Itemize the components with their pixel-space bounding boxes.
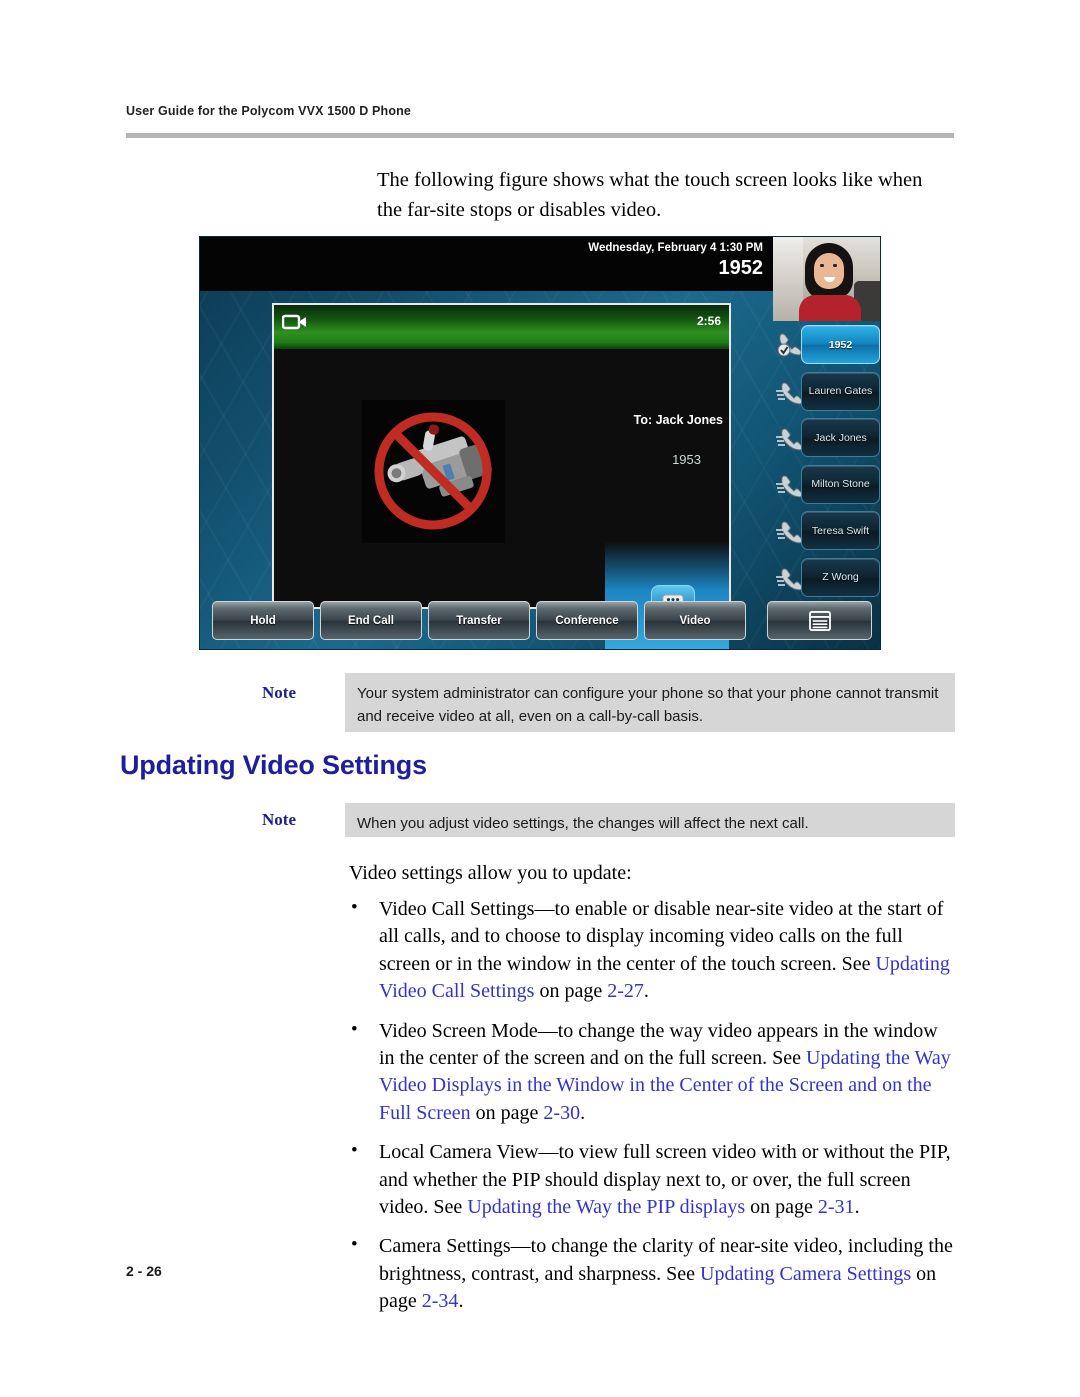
line-key-row[interactable]: Jack Jones (773, 414, 880, 460)
video-camera-icon (282, 314, 306, 330)
no-video-indicator (362, 400, 505, 543)
bullet-marker: • (351, 1234, 358, 1256)
call-duration-timer: 2:56 (696, 314, 721, 328)
soft-key-label: Hold (250, 614, 276, 627)
line-key-button[interactable]: Teresa Swift (801, 511, 880, 550)
line-key-button[interactable]: Milton Stone (801, 464, 880, 504)
soft-key-label: Video (679, 614, 711, 627)
list-item-text: . (458, 1290, 464, 1313)
soft-key-bar: Hold End Call Transfer Conference Video (200, 601, 880, 643)
phone-status-bar: Wednesday, February 4 1:30 PM 1952 (200, 237, 773, 291)
page-reference-link[interactable]: 2-27 (607, 980, 644, 1002)
cross-reference-link[interactable]: Updating the Way the PIP displays (467, 1196, 745, 1218)
list-item-text: Video Call Settings—to enable or disable… (379, 898, 944, 975)
list-item-text: . (854, 1195, 860, 1218)
list-item: • Video Screen Mode—to change the way vid… (349, 1018, 954, 1128)
no-video-camera-icon (374, 412, 492, 530)
pip-person-torso (799, 295, 861, 321)
call-recipient-number: 1953 (672, 452, 701, 467)
soft-key-label: End Call (347, 614, 394, 627)
handset-idle-icon (776, 428, 803, 451)
page-title: Updating Video Settings (120, 750, 427, 780)
line-key-label: 1952 (828, 338, 853, 351)
line-key-label: Jack Jones (814, 431, 867, 444)
call-recipient-name: To: Jack Jones (633, 413, 723, 427)
handset-idle-icon (776, 474, 803, 498)
handset-idle-icon (776, 567, 803, 591)
soft-key-label: Transfer (456, 614, 502, 627)
body-lead-in: Video settings allow you to update: (349, 862, 632, 884)
soft-key-conference[interactable]: Conference (536, 601, 638, 640)
line-key-row[interactable]: 1952 (773, 321, 880, 367)
soft-key-hold[interactable]: Hold (212, 601, 314, 640)
line-key-row[interactable]: Teresa Swift (773, 507, 880, 553)
list-item: • Video Call Settings—to enable or disabl… (349, 896, 954, 1006)
cross-reference-link[interactable]: Updating Camera Settings (700, 1263, 911, 1285)
note-box-2: When you adjust video settings, the chan… (345, 803, 955, 837)
list-item-text: on page (470, 1101, 544, 1124)
running-header: User Guide for the Polycom VVX 1500 D Ph… (126, 104, 412, 118)
soft-key-end-call[interactable]: End Call (320, 601, 422, 640)
line-key-button[interactable]: 1952 (801, 325, 880, 364)
video-settings-list: • Video Call Settings—to enable or disabl… (349, 896, 954, 1327)
list-item-text: on page (745, 1195, 818, 1218)
line-key-row[interactable]: Milton Stone (773, 461, 880, 507)
line-key-column: 1952 Lauren Gates Jack Jones Milton Ston… (773, 321, 880, 649)
status-bar-datetime: Wednesday, February 4 1:30 PM (588, 242, 763, 254)
handset-active-icon (777, 333, 802, 357)
status-bar-extension: 1952 (718, 257, 764, 279)
handset-idle-icon (776, 521, 803, 544)
page-reference-link[interactable]: 2-34 (422, 1290, 459, 1312)
line-key-row[interactable]: Z Wong (773, 554, 880, 600)
list-item-text: . (580, 1101, 586, 1124)
call-window-header: 2:56 (274, 305, 729, 349)
soft-key-menu[interactable] (767, 601, 872, 640)
menu-window-icon (808, 610, 831, 631)
bullet-marker: • (351, 1018, 358, 1040)
pip-person-eye-left (820, 264, 824, 267)
page-folio: 2 - 26 (126, 1263, 162, 1279)
line-key-label: Z Wong (822, 571, 859, 583)
line-key-label: Milton Stone (811, 478, 870, 490)
note-box-1: Your system administrator can configure … (345, 673, 955, 732)
bullet-marker: • (351, 1140, 358, 1162)
soft-key-label: Conference (555, 614, 619, 627)
soft-key-transfer[interactable]: Transfer (428, 601, 530, 640)
bullet-marker: • (351, 897, 358, 918)
line-key-row[interactable]: Lauren Gates (773, 368, 880, 414)
line-key-button[interactable]: Lauren Gates (801, 371, 880, 411)
header-rule (126, 133, 954, 138)
line-key-label: Teresa Swift (811, 524, 870, 537)
list-item: • Local Camera View—to view full screen v… (349, 1139, 954, 1221)
list-item: • Camera Settings—to change the clarity o… (349, 1233, 954, 1315)
phone-screenshot-figure: Wednesday, February 4 1:30 PM 1952 2:56 (200, 237, 880, 649)
list-item-text: . (643, 980, 649, 1003)
active-call-window: 2:56 To: Jack Jones 1953 (272, 303, 731, 649)
page-reference-link[interactable]: 2-30 (543, 1102, 580, 1124)
page-reference-link[interactable]: 2-31 (818, 1196, 855, 1218)
pip-person-eye-right (833, 264, 837, 267)
document-page: User Guide for the Polycom VVX 1500 D Ph… (0, 0, 1080, 1397)
line-key-label: Lauren Gates (808, 385, 873, 397)
pip-person-face (814, 253, 844, 289)
handset-idle-icon (776, 381, 803, 405)
intro-paragraph: The following figure shows what the touc… (377, 169, 923, 221)
note-label-2: Note (262, 810, 296, 829)
near-site-pip-video (773, 237, 880, 321)
line-key-button[interactable]: Jack Jones (801, 418, 880, 457)
list-item-text: on page (534, 980, 608, 1003)
line-key-button[interactable]: Z Wong (801, 557, 880, 597)
note-label-1: Note (262, 683, 296, 702)
soft-key-video[interactable]: Video (644, 601, 746, 640)
call-window-body: To: Jack Jones 1953 (274, 349, 729, 649)
